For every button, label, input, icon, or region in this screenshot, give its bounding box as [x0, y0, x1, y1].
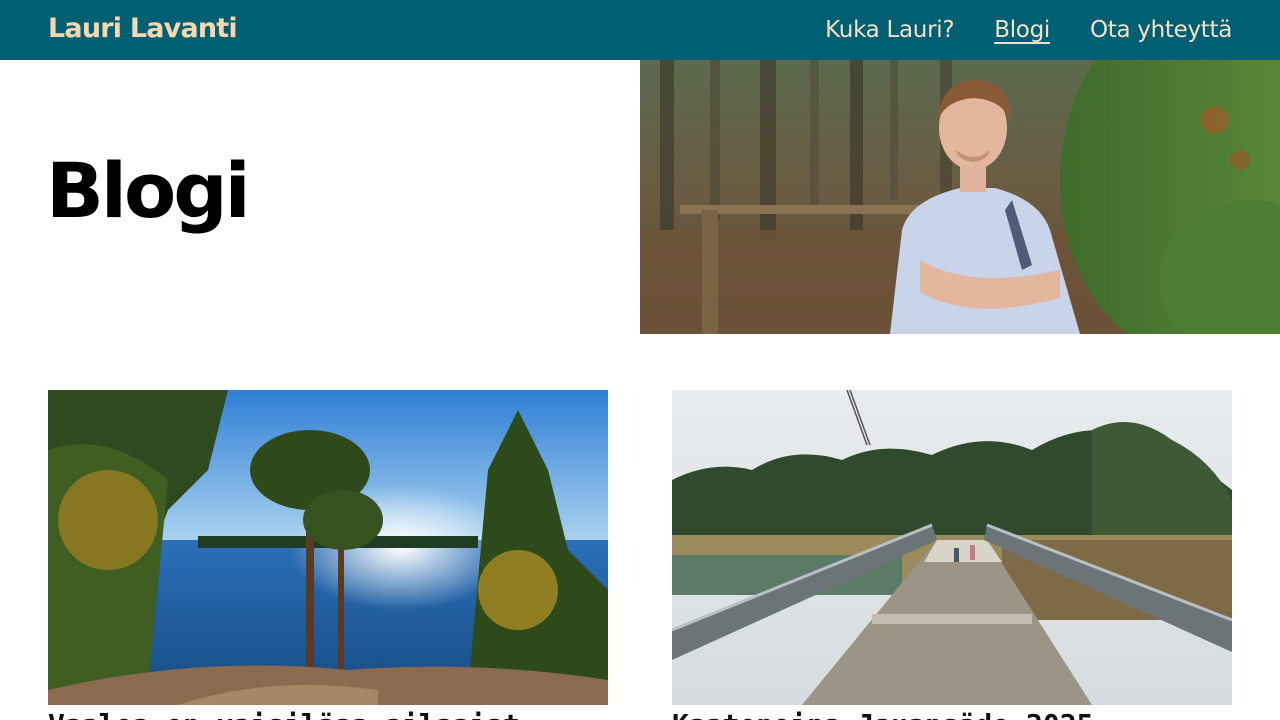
page-title: Blogi: [46, 146, 251, 235]
blog-post-card[interactable]: Kaatoneina Jauansäde 2025...: [672, 390, 1232, 720]
nav-item-ota-yhteytta[interactable]: Ota yhteyttä: [1090, 17, 1232, 43]
post-image-bridge[interactable]: [672, 390, 1232, 705]
site-logo[interactable]: Lauri Lavanti: [48, 13, 238, 44]
nav-item-blogi[interactable]: Blogi: [994, 17, 1050, 43]
main-nav: Kuka Lauri? Blogi Ota yhteyttä: [825, 17, 1232, 43]
post-image-lake[interactable]: [48, 390, 608, 705]
post-title[interactable]: Vaalea on vaisiläaa ailaaiat...: [48, 708, 608, 720]
site-header: Lauri Lavanti Kuka Lauri? Blogi Ota yhte…: [0, 0, 1280, 60]
hero-portrait-photo: [640, 60, 1280, 334]
post-title[interactable]: Kaatoneina Jauansäde 2025...: [672, 708, 1232, 720]
blog-post-card[interactable]: Vaalea on vaisiläaa ailaaiat...: [48, 390, 608, 720]
nav-item-kuka-lauri[interactable]: Kuka Lauri?: [825, 17, 954, 43]
